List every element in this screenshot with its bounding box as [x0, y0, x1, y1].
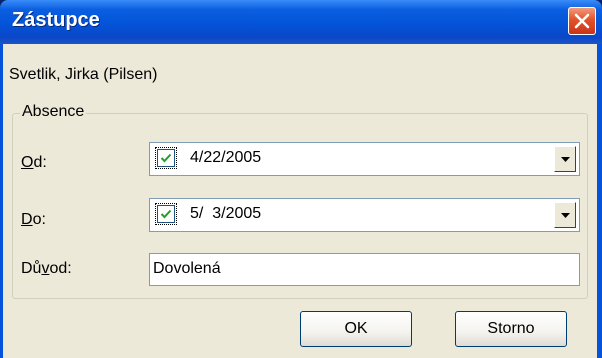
from-label: Od: [21, 154, 47, 172]
ok-button[interactable]: OK [300, 311, 412, 347]
checkmark-icon [160, 209, 172, 219]
checkmark-icon [160, 153, 172, 163]
absence-group-label: Absence [20, 103, 87, 121]
to-label: Do: [21, 211, 46, 229]
reason-input[interactable]: Dovolená [149, 253, 580, 286]
to-date-dropdown-button[interactable] [554, 202, 576, 228]
reason-label-pre: Dů [21, 260, 42, 277]
from-label-accel: O [21, 154, 34, 171]
reason-label-text: od: [49, 260, 72, 277]
cancel-button[interactable]: Storno [455, 311, 567, 347]
dialog-body: Svetlik, Jirka (Pilsen) Absence Od: 4/22… [3, 44, 597, 358]
from-date-value[interactable]: 4/22/2005 [190, 149, 261, 167]
close-icon [574, 13, 590, 29]
to-date-checkbox[interactable] [155, 203, 177, 225]
reason-label: Důvod: [21, 260, 72, 278]
chevron-down-icon [561, 213, 570, 218]
to-date-picker[interactable]: 5/ 3/2005 [149, 198, 580, 232]
from-date-checkbox[interactable] [155, 147, 177, 169]
window-title: Zástupce [12, 9, 100, 31]
title-bar[interactable]: Zástupce [0, 0, 602, 44]
chevron-down-icon [561, 157, 570, 162]
from-date-dropdown-button[interactable] [554, 146, 576, 172]
to-label-text: o: [32, 211, 46, 228]
from-date-picker[interactable]: 4/22/2005 [149, 142, 580, 176]
dialog-window: Zástupce Svetlik, Jirka (Pilsen) Absence… [0, 0, 602, 358]
user-name: Svetlik, Jirka (Pilsen) [9, 66, 158, 83]
to-label-accel: D [21, 211, 33, 228]
from-label-text: d: [33, 154, 47, 171]
close-button[interactable] [568, 7, 596, 35]
window-border-right [597, 44, 602, 358]
to-date-value[interactable]: 5/ 3/2005 [190, 205, 261, 223]
